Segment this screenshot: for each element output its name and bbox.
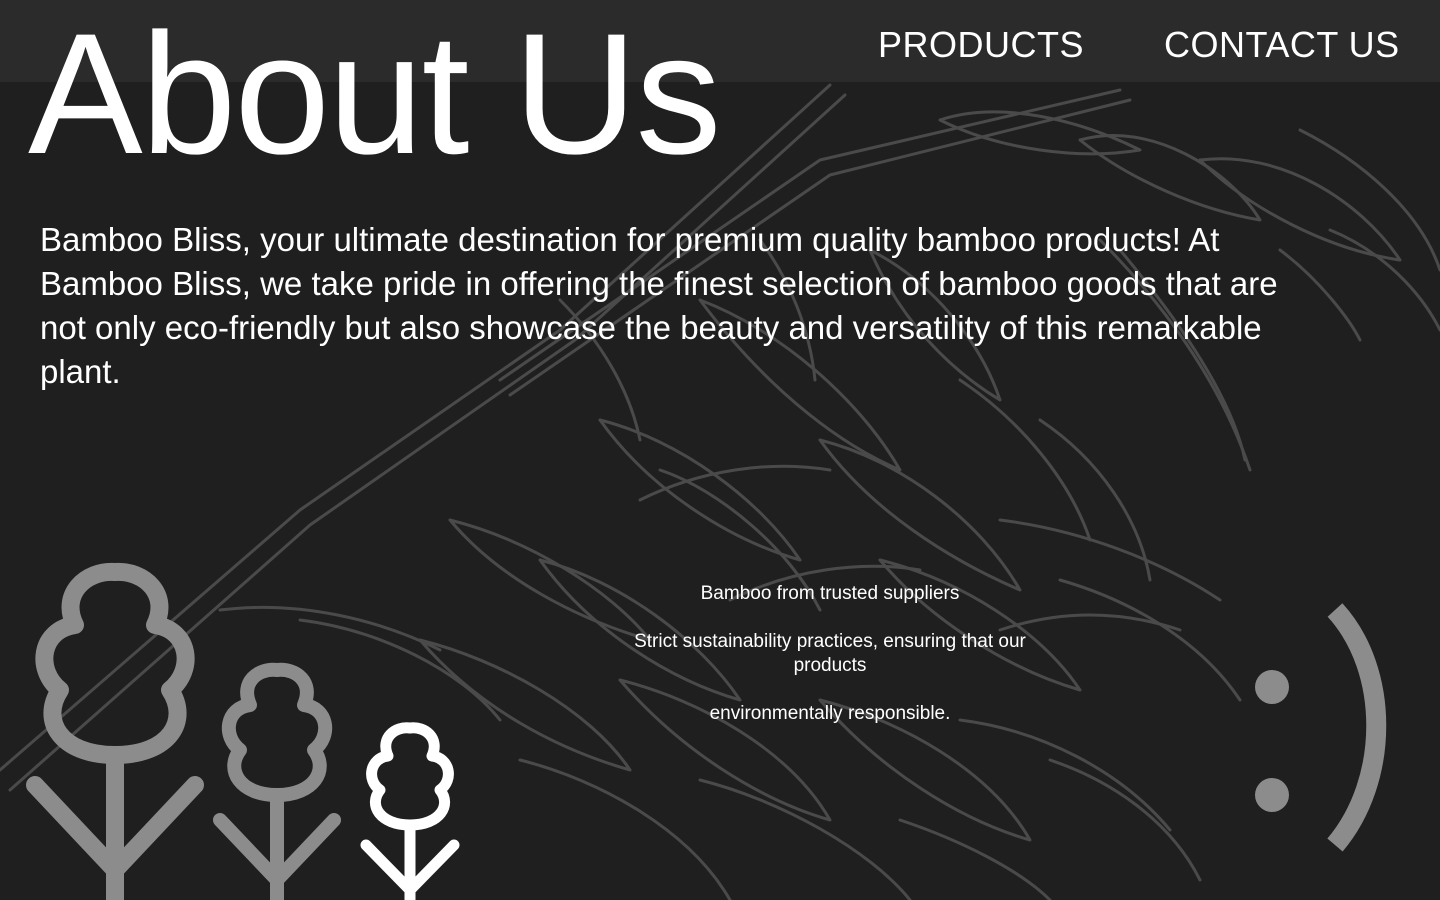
feature-item: Bamboo from trusted suppliers	[700, 583, 960, 604]
nav-contact-link[interactable]: CONTACT US	[1164, 24, 1400, 66]
page-title: About Us	[28, 0, 721, 190]
medium-tree-icon	[213, 662, 341, 900]
tree-icons	[26, 562, 460, 900]
feature-item: environmentally responsible.	[709, 703, 951, 724]
intro-paragraph: Bamboo Bliss, your ultimate destination …	[40, 221, 1278, 390]
small-tree-icon	[360, 722, 460, 900]
features-list: Bamboo from trusted suppliers Strict sus…	[620, 582, 1040, 750]
large-tree-icon	[26, 562, 204, 900]
feature-item: Strict sustainability practices, ensurin…	[634, 631, 1026, 676]
about-page: About Us PRODUCTS CONTACT US Bamboo Blis…	[0, 0, 1440, 900]
smiley-emoticon-icon	[1255, 603, 1387, 852]
nav-products-link[interactable]: PRODUCTS	[878, 24, 1084, 66]
